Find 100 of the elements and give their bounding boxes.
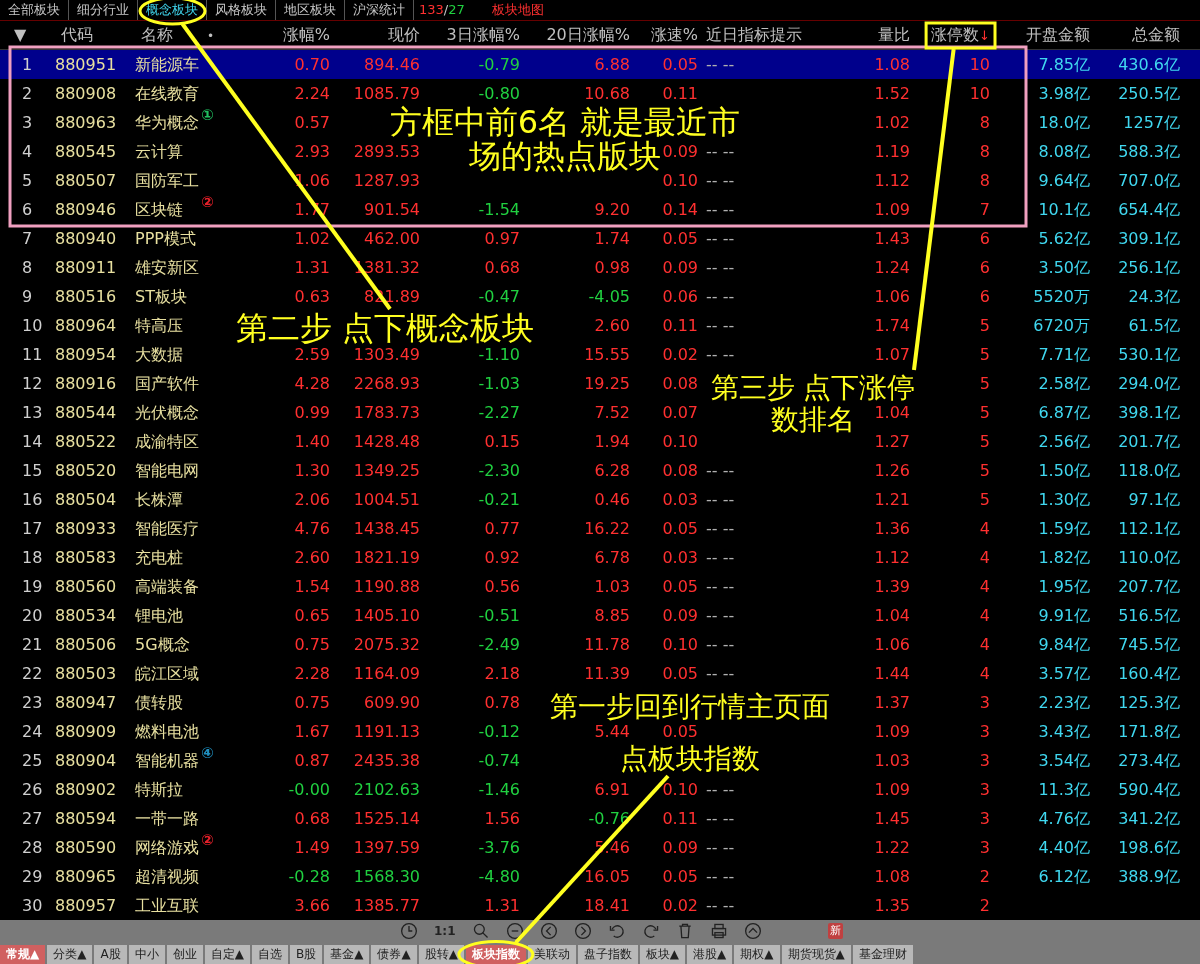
column-header[interactable]: 名称: [141, 25, 173, 44]
column-header[interactable]: 涨幅%: [282, 25, 330, 44]
sector-name: 网络游戏: [135, 837, 199, 857]
sector-name: 智能医疗: [135, 518, 199, 538]
table-cell: 2.56亿: [1038, 431, 1090, 451]
column-header[interactable]: 总金额: [1132, 25, 1180, 44]
table-cell: 19.25: [584, 373, 630, 393]
sector-name: 债转股: [135, 692, 183, 712]
ratio-button[interactable]: 1:1: [434, 922, 456, 940]
printer-icon[interactable]: [709, 922, 728, 940]
market-tab[interactable]: 股转▲: [418, 945, 464, 964]
zoom-out-icon[interactable]: [505, 922, 524, 940]
table-cell: 3: [979, 750, 990, 770]
column-header[interactable]: 现价: [388, 25, 420, 44]
table-cell: 1287.93: [353, 170, 420, 190]
column-header[interactable]: 近日指标提示: [706, 25, 802, 44]
market-tab[interactable]: 自选: [251, 945, 288, 964]
market-tab[interactable]: 板块▲: [639, 945, 686, 964]
market-tab[interactable]: 期货现货▲: [781, 945, 851, 964]
table-cell: -3.76: [478, 837, 520, 857]
market-tab[interactable]: 自定▲: [204, 945, 250, 964]
table-cell: 4: [979, 663, 990, 683]
market-tab[interactable]: 基金理财: [852, 945, 913, 964]
category-tab[interactable]: 细分行业: [69, 0, 138, 20]
table-cell: 1.40: [294, 431, 330, 451]
search-icon[interactable]: [471, 922, 490, 940]
table-cell: 6.12亿: [1038, 866, 1090, 886]
undo-icon[interactable]: [607, 922, 626, 940]
table-cell: -1.46: [478, 779, 520, 799]
table-cell: 0.05: [662, 721, 698, 741]
market-tab[interactable]: 分类▲: [47, 945, 93, 964]
table-cell: -- --: [706, 634, 735, 654]
clock-icon[interactable]: [400, 922, 418, 940]
table-cell: 0.75: [294, 634, 330, 654]
table-cell: 1.31: [484, 895, 520, 915]
table-cell: 0.98: [594, 257, 630, 277]
table-cell: 1.39: [874, 576, 910, 596]
table-cell: 1.50亿: [1038, 460, 1090, 480]
sector-name: 在线教育: [135, 83, 199, 103]
column-menu-icon[interactable]: ▼: [14, 25, 27, 44]
column-header[interactable]: 涨停数: [931, 25, 980, 44]
chevron-right-icon[interactable]: [573, 922, 592, 940]
market-tab[interactable]: 债券▲: [371, 945, 417, 964]
stock-code: 880545: [55, 141, 117, 161]
table-cell: 8: [979, 112, 990, 132]
table-cell: 1385.77: [353, 895, 420, 915]
chevron-up-icon[interactable]: [743, 922, 762, 940]
column-header[interactable]: 20日涨幅%: [546, 25, 630, 44]
stock-code: 880947: [55, 692, 117, 712]
category-tab[interactable]: 全部板块: [0, 0, 69, 20]
table-cell: 0.02: [662, 344, 698, 364]
market-tab[interactable]: 基金▲: [324, 945, 370, 964]
stock-code: 880583: [55, 547, 117, 567]
category-tab[interactable]: 概念板块: [138, 0, 207, 20]
badge-icon: ①: [201, 107, 214, 123]
badge-icon: ②: [201, 194, 214, 210]
market-tab[interactable]: 板块指数: [465, 945, 526, 964]
column-header[interactable]: 代码: [61, 25, 93, 44]
stock-code: 880504: [55, 489, 117, 509]
table-cell: 309.1亿: [1118, 228, 1180, 248]
sector-name: 5G概念: [135, 634, 190, 654]
redo-icon[interactable]: [641, 922, 660, 940]
row-number: 8: [22, 257, 33, 277]
table-cell: 198.6亿: [1118, 837, 1180, 857]
table-cell: 1190.88: [353, 576, 420, 596]
market-tab[interactable]: 港股▲: [687, 945, 733, 964]
market-tab[interactable]: 期权▲: [734, 945, 780, 964]
map-link[interactable]: 板块地图: [491, 0, 544, 20]
table-cell: 609.90: [364, 692, 420, 712]
market-tab[interactable]: 美联动: [527, 945, 576, 964]
row-number: 5: [22, 170, 33, 190]
table-cell: 2075.32: [353, 634, 420, 654]
market-tab[interactable]: A股: [94, 945, 127, 964]
market-tab[interactable]: 中小: [128, 945, 165, 964]
column-header[interactable]: 开盘金额: [1026, 25, 1090, 44]
table-cell: 1.45: [874, 808, 910, 828]
column-header[interactable]: 3日涨幅%: [446, 25, 520, 44]
table-cell: -- --: [706, 54, 735, 74]
table-cell: 1.12: [874, 170, 910, 190]
table-cell: 7.52: [594, 402, 630, 422]
row-number: 16: [22, 489, 43, 509]
table-cell: 1.56: [484, 808, 520, 828]
table-cell: 588.3亿: [1118, 141, 1180, 161]
category-tab[interactable]: 地区板块: [276, 0, 345, 20]
chevron-left-icon[interactable]: [539, 922, 558, 940]
table-cell: -0.80: [478, 83, 520, 103]
column-header[interactable]: 量比: [878, 25, 910, 44]
category-tab[interactable]: 沪深统计: [345, 0, 414, 20]
table-cell: 5: [979, 373, 990, 393]
column-header[interactable]: 涨速%: [650, 25, 698, 44]
sort-arrow-icon: ↓: [979, 28, 990, 43]
table-cell: 0.99: [294, 402, 330, 422]
category-tab[interactable]: 风格板块: [207, 0, 276, 20]
market-tab[interactable]: 创业: [166, 945, 203, 964]
table-cell: 1004.51: [353, 489, 420, 509]
table-cell: 1.74: [594, 228, 630, 248]
market-tab[interactable]: B股: [289, 945, 323, 964]
market-tab[interactable]: 常规▲: [0, 945, 46, 964]
table-cell: 2.28: [294, 663, 330, 683]
market-tab[interactable]: 盘子指数: [577, 945, 638, 964]
